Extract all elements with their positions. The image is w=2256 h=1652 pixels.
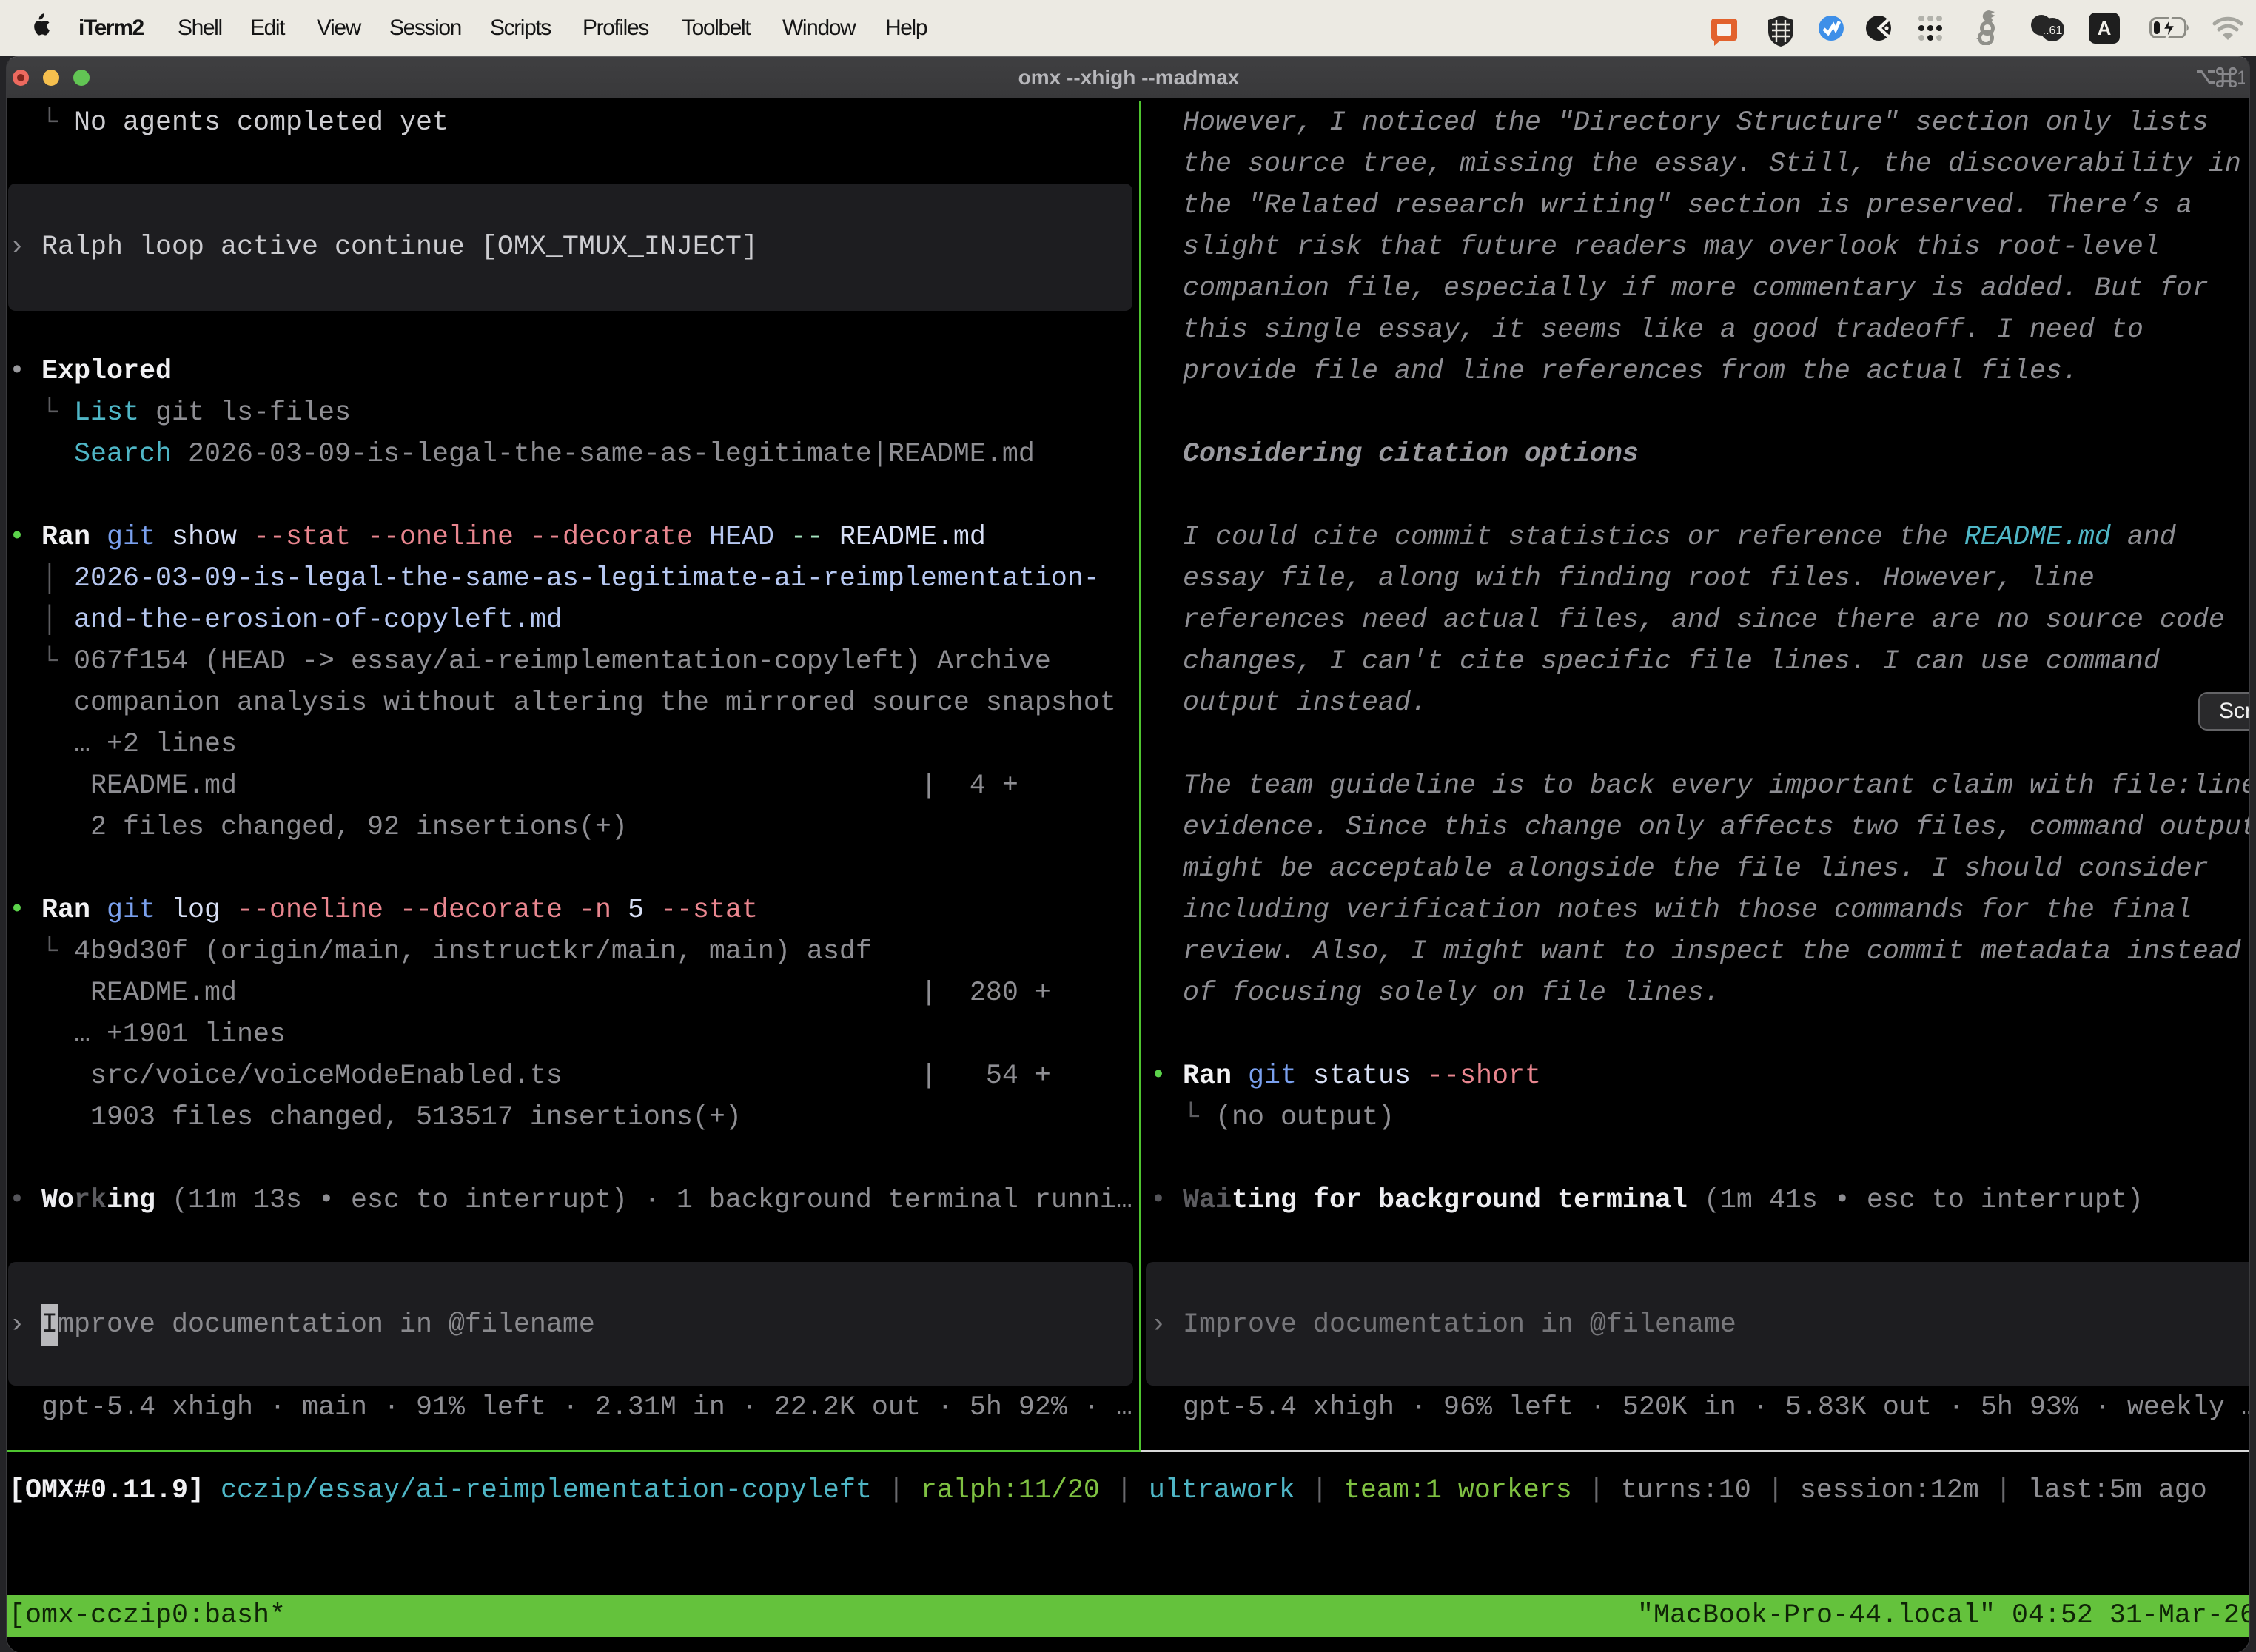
- svg-text:1: 1: [2237, 67, 2245, 87]
- svg-text:..61: ..61: [2043, 24, 2063, 37]
